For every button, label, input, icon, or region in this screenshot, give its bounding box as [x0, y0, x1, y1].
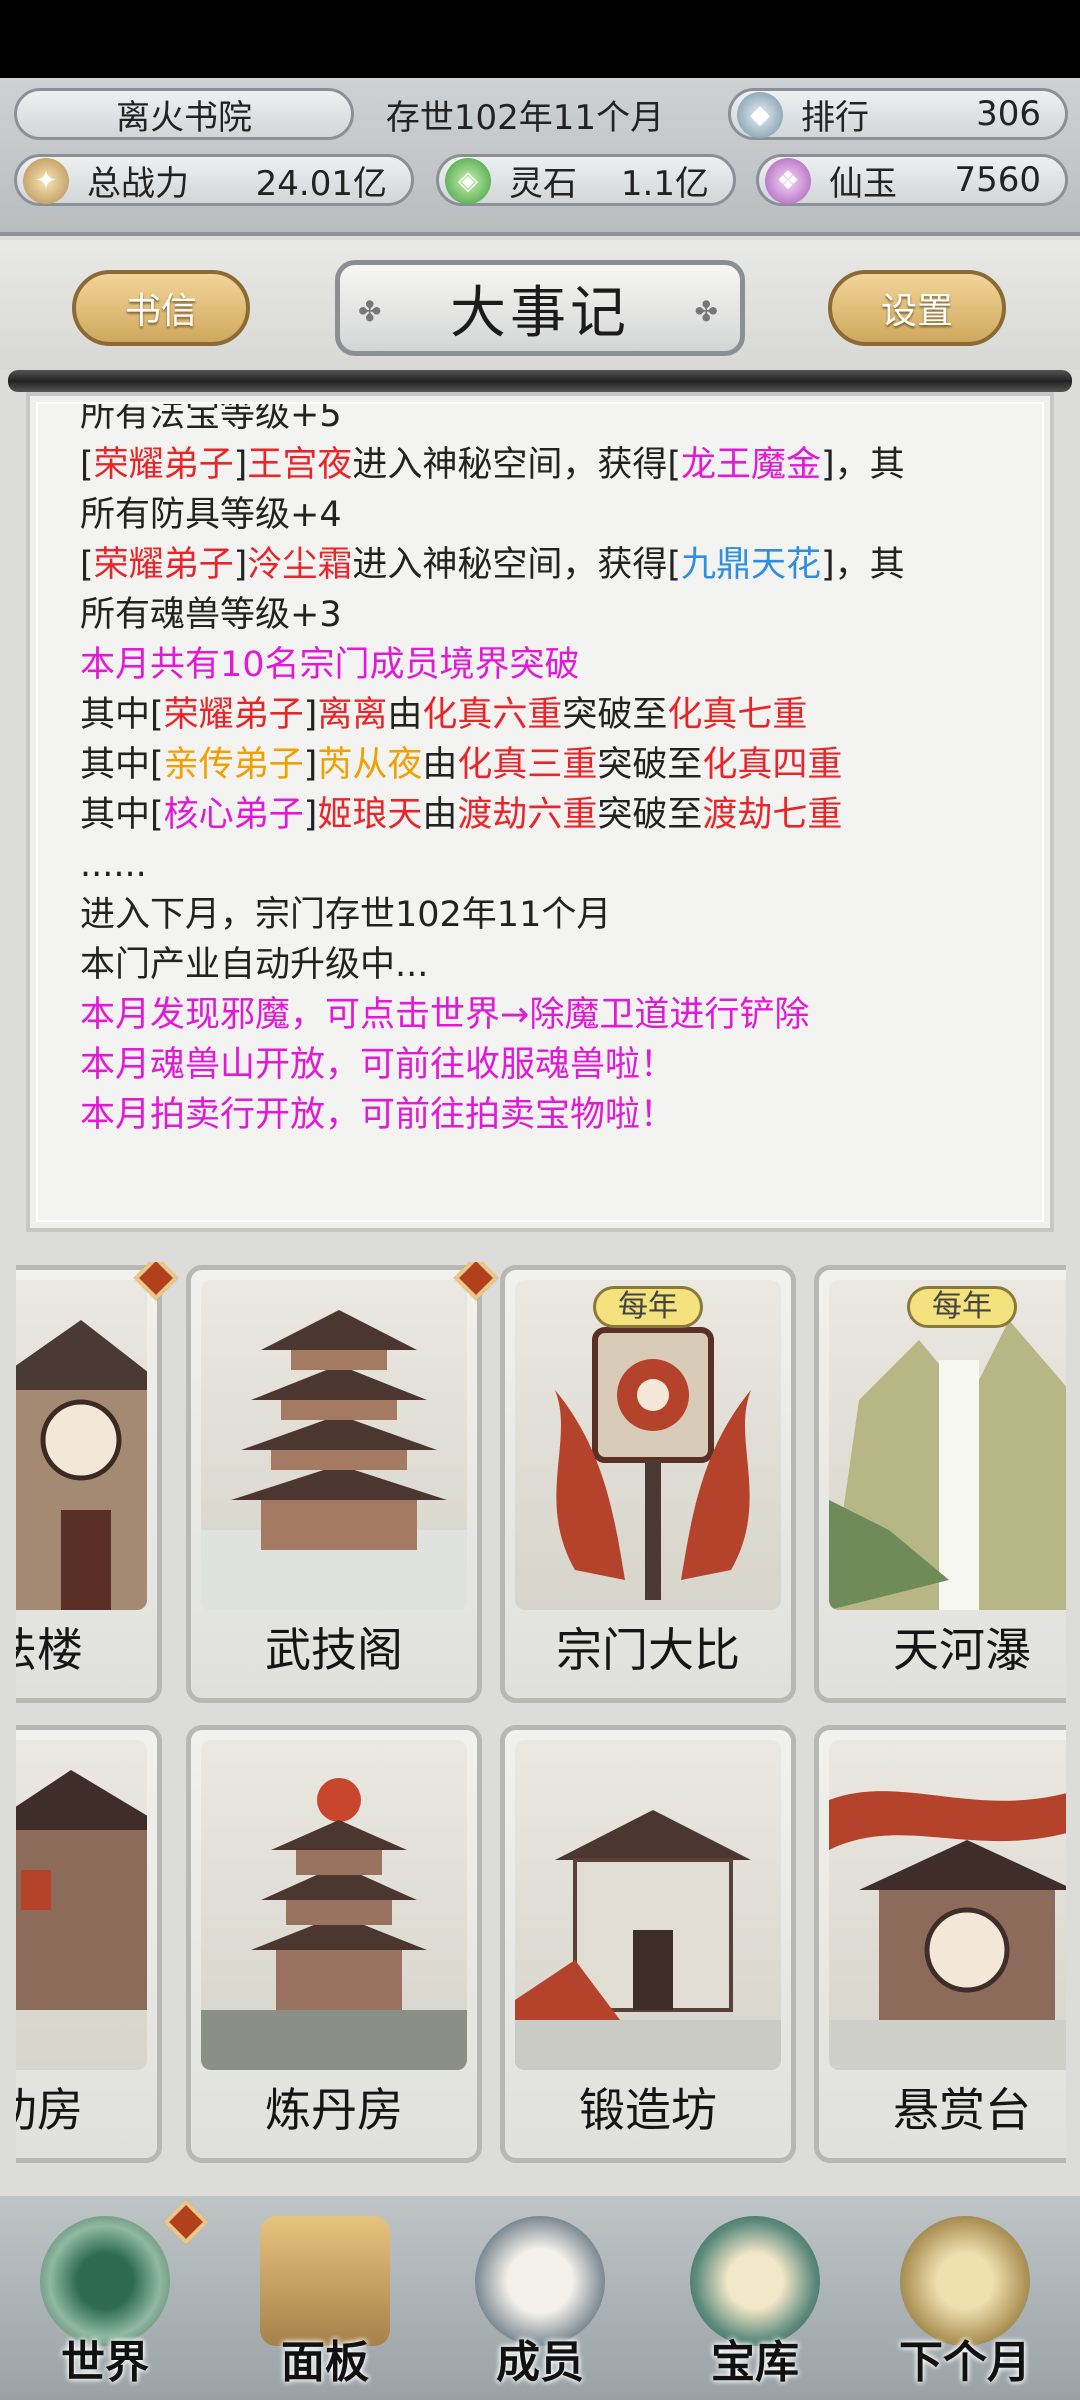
building-xuan-shang-tai-image: [829, 1740, 1066, 2070]
building-card-gong-fang[interactable]: 功房: [16, 1725, 162, 2163]
log-line: 其中[亲传弟子]芮从夜由化真三重突破至化真四重: [80, 745, 843, 785]
power-icon: ✦: [23, 158, 69, 204]
building-name: 炼丹房: [265, 2083, 403, 2137]
nav-panel-button[interactable]: 面板: [240, 2210, 410, 2390]
nav-world-label: 世界: [61, 2337, 149, 2388]
log-line: 本月发现邪魔，可点击世界→除魔卫道进行铲除: [80, 995, 810, 1035]
log-line: 本月魂兽山开放，可前往收服魂兽啦！: [80, 1045, 676, 1085]
log-line: 本门产业自动升级中...: [80, 945, 429, 985]
building-lian-dan-fang-image: [201, 1740, 467, 2070]
building-card-zong-men-da-bi[interactable]: 每年 宗门大比: [500, 1265, 796, 1703]
jade-value: 7560: [954, 160, 1041, 200]
building-name: 武技阁: [265, 1623, 403, 1677]
building-card-wu-ji-ge[interactable]: 武技阁: [186, 1265, 482, 1703]
status-bar: [0, 0, 1080, 78]
building-name: 功房: [16, 2083, 83, 2137]
jade-plate[interactable]: ❖ 仙玉 7560: [756, 154, 1068, 206]
building-card-duan-zao-fang[interactable]: 锻造坊: [500, 1725, 796, 2163]
power-value: 24.01亿: [255, 163, 387, 204]
building-card-tian-he-pu[interactable]: 每年 天河瀑: [814, 1265, 1066, 1703]
jade-icon: ❖: [765, 158, 811, 204]
building-name: 法楼: [16, 1623, 83, 1677]
building-duan-zao-fang-image: [515, 1740, 781, 2070]
ornament-left-icon: ✤: [358, 295, 386, 328]
chronicle-header: 书信 ✤ 大事记 ✤ 设置: [0, 240, 1080, 370]
sect-name-plate[interactable]: 离火书院: [14, 88, 354, 140]
nav-treasury-button[interactable]: 宝库: [670, 2210, 840, 2390]
yearly-badge: 每年: [593, 1286, 703, 1328]
log-line: 所有法宝等级+5: [80, 404, 342, 435]
nav-panel-label: 面板: [281, 2337, 369, 2388]
log-line: 其中[核心弟子]姬琅天由渡劫六重突破至渡劫七重: [80, 795, 843, 835]
existence-plate: 存世102年11个月: [340, 88, 710, 140]
nav-next-month-label: 下个月: [899, 2337, 1031, 2388]
scroll-rod: [8, 370, 1072, 392]
building-gong-fang-image: [16, 1740, 147, 2070]
spirit-stone-value: 1.1亿: [620, 163, 709, 204]
bottom-nav: 世界 面板 成员 宝库 下个月: [0, 2196, 1080, 2400]
log-line: [荣耀弟子]王宫夜进入神秘空间，获得[龙王魔金]，其: [80, 445, 905, 485]
chronicle-log-body[interactable]: 所有法宝等级+5 [荣耀弟子]王宫夜进入神秘空间，获得[龙王魔金]，其 所有防具…: [38, 404, 1042, 1220]
letters-button[interactable]: 书信: [72, 270, 250, 346]
spirit-stone-icon: ◈: [445, 158, 491, 204]
sect-name: 离火书院: [116, 97, 252, 138]
existence-text: 存世102年11个月: [385, 97, 665, 138]
building-card-lian-dan-fang[interactable]: 炼丹房: [186, 1725, 482, 2163]
rank-plate[interactable]: ◆ 排行 306: [728, 88, 1068, 140]
nav-next-month-button[interactable]: 下个月: [880, 2210, 1050, 2390]
building-tian-he-pu-image: [829, 1280, 1066, 1610]
log-line: 所有防具等级+4: [80, 495, 342, 535]
power-plate: ✦ 总战力 24.01亿: [14, 154, 414, 206]
building-name: 天河瀑: [893, 1623, 1031, 1677]
building-name: 悬赏台: [893, 2083, 1031, 2137]
building-card-xuan-shang-tai[interactable]: 悬赏台: [814, 1725, 1066, 2163]
building-name: 宗门大比: [556, 1623, 740, 1677]
building-zong-men-da-bi-image: [515, 1280, 781, 1610]
settings-button[interactable]: 设置: [828, 270, 1006, 346]
building-fa-lou-image: [16, 1280, 147, 1610]
building-card-fa-lou[interactable]: 法楼: [16, 1265, 162, 1703]
nav-world-button[interactable]: 世界: [20, 2210, 190, 2390]
log-line: ......: [80, 845, 147, 885]
log-line: 本月共有10名宗门成员境界突破: [80, 645, 580, 685]
log-line: [荣耀弟子]泠尘霜进入神秘空间，获得[九鼎天花]，其: [80, 545, 905, 585]
rank-value: 306: [976, 94, 1041, 134]
page-title: 大事记: [450, 280, 630, 346]
chronicle-log[interactable]: 所有法宝等级+5 [荣耀弟子]王宫夜进入神秘空间，获得[龙王魔金]，其 所有防具…: [26, 392, 1054, 1232]
log-line: 进入下月，宗门存世102年11个月: [80, 895, 612, 935]
page-title-plate: ✤ 大事记 ✤: [335, 260, 745, 356]
building-grid[interactable]: 法楼 武技阁 每年 宗门大比 每年 天河瀑 功房 炼丹房: [16, 1262, 1066, 2192]
nav-treasury-label: 宝库: [711, 2337, 799, 2388]
ornament-right-icon: ✤: [694, 295, 722, 328]
nav-members-label: 成员: [496, 2337, 584, 2388]
building-wu-ji-ge-image: [201, 1280, 467, 1610]
rank-icon: ◆: [737, 92, 783, 138]
spirit-stone-plate[interactable]: ◈ 灵石 1.1亿: [436, 154, 736, 206]
building-name: 锻造坊: [579, 2083, 717, 2137]
nav-members-button[interactable]: 成员: [455, 2210, 625, 2390]
resource-bar: 离火书院 存世102年11个月 ◆ 排行 306 ✦ 总战力 24.01亿 ◈ …: [0, 78, 1080, 236]
log-line: 本月拍卖行开放，可前往拍卖宝物啦！: [80, 1095, 676, 1135]
log-line: 其中[荣耀弟子]离离由化真六重突破至化真七重: [80, 695, 808, 735]
yearly-badge: 每年: [907, 1286, 1017, 1328]
log-line: 所有魂兽等级+3: [80, 595, 342, 635]
